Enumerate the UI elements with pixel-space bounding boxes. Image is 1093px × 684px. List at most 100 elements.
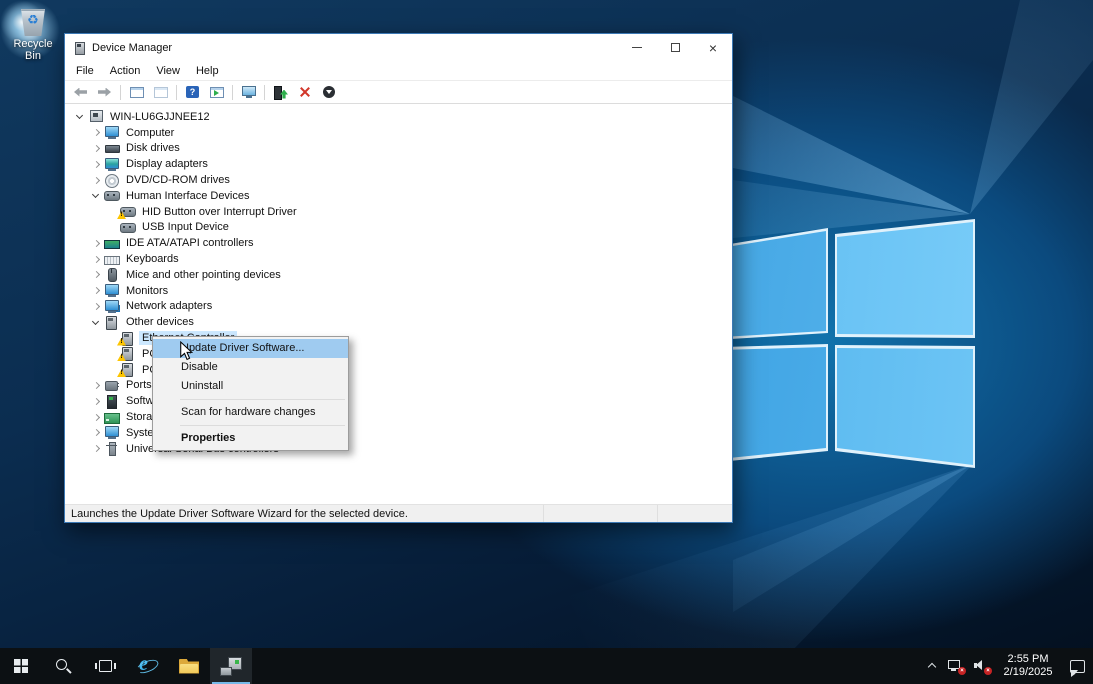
tree-item-label[interactable]: Network adapters <box>123 299 215 313</box>
window-titlebar[interactable]: Device Manager × <box>65 34 732 61</box>
context-menu-item-properties[interactable]: Properties <box>153 429 348 448</box>
taskbar-search-button[interactable] <box>42 648 84 684</box>
minimize-icon <box>632 47 642 48</box>
toolbar-separator <box>176 85 177 100</box>
storage-icon <box>104 411 120 424</box>
chevron-collapsed-icon[interactable] <box>89 378 104 393</box>
tree-item-label[interactable]: Computer <box>123 126 177 140</box>
clock-time: 2:55 PM <box>999 653 1057 666</box>
usb-icon <box>104 442 120 455</box>
internet-explorer-icon <box>136 656 158 677</box>
chevron-spacer <box>105 346 120 361</box>
chevron-collapsed-icon[interactable] <box>89 267 104 282</box>
console-tree-icon <box>130 87 144 98</box>
recycle-bin-icon: ♻ <box>20 6 46 36</box>
tree-item-label[interactable]: Mice and other pointing devices <box>123 268 284 282</box>
chevron-spacer <box>105 204 120 219</box>
context-menu-item-uninstall[interactable]: Uninstall <box>153 377 348 396</box>
hid-icon <box>120 205 136 218</box>
taskbar-device-manager-button[interactable] <box>210 648 252 684</box>
tree-item-label[interactable]: Display adapters <box>123 157 211 171</box>
taskbar-clock[interactable]: 2:55 PM 2/19/2025 <box>999 653 1057 679</box>
menu-view[interactable]: View <box>148 65 188 77</box>
file-explorer-icon <box>179 659 199 674</box>
toolbar-disable-button[interactable] <box>317 83 340 102</box>
tree-item-monitors: Monitors <box>65 283 732 299</box>
tree-item-label[interactable]: DVD/CD-ROM drives <box>123 173 233 187</box>
error-badge-icon: × <box>958 667 966 675</box>
menu-file[interactable]: File <box>68 65 102 77</box>
taskbar-task-view-button[interactable] <box>84 648 126 684</box>
close-button[interactable]: × <box>694 34 732 61</box>
back-arrow-icon <box>74 88 87 97</box>
chevron-up-icon[interactable] <box>926 660 938 672</box>
toolbar-action-pane-button[interactable] <box>205 83 228 102</box>
device-manager-app-icon <box>73 42 86 54</box>
action-pane-icon <box>210 87 224 98</box>
chevron-expanded-icon[interactable] <box>89 315 104 330</box>
tree-item-hid-button-over-interrupt-driver: HID Button over Interrupt Driver <box>65 204 732 220</box>
toolbar-help-button[interactable] <box>181 83 204 102</box>
chevron-collapsed-icon[interactable] <box>89 236 104 251</box>
maximize-icon <box>671 43 680 52</box>
chevron-expanded-icon[interactable] <box>73 109 88 124</box>
chevron-collapsed-icon[interactable] <box>89 441 104 456</box>
forward-arrow-icon <box>98 88 111 97</box>
toolbar-scan-for-hardware-changes-button[interactable] <box>237 83 260 102</box>
toolbar-back-button[interactable] <box>69 83 92 102</box>
tree-item-label[interactable]: HID Button over Interrupt Driver <box>139 205 300 219</box>
toolbar-separator <box>232 85 233 100</box>
update-driver-icon <box>273 86 288 99</box>
tree-item-label[interactable]: IDE ATA/ATAPI controllers <box>123 236 257 250</box>
chevron-collapsed-icon[interactable] <box>89 157 104 172</box>
context-menu-item-scan-for-hardware-changes[interactable]: Scan for hardware changes <box>153 403 348 422</box>
tree-item-disk-drives: Disk drives <box>65 141 732 157</box>
tree-item-label[interactable]: Human Interface Devices <box>123 189 253 203</box>
ide-icon <box>104 237 120 250</box>
toolbar-properties-window-button[interactable] <box>149 83 172 102</box>
tree-item-mice-and-other-pointing-devices: Mice and other pointing devices <box>65 267 732 283</box>
start-icon <box>14 659 28 673</box>
tree-item-network-adapters: Network adapters <box>65 299 732 315</box>
tree-item-label[interactable]: USB Input Device <box>139 220 232 234</box>
volume-muted-icon[interactable]: × <box>973 659 989 673</box>
tree-item-usb-input-device: USB Input Device <box>65 220 732 236</box>
error-badge-icon: × <box>984 667 992 675</box>
toolbar-update-driver-button[interactable] <box>269 83 292 102</box>
chevron-collapsed-icon[interactable] <box>89 299 104 314</box>
recycle-bin-shortcut[interactable]: ♻ Recycle Bin <box>6 6 60 62</box>
disk-icon <box>104 142 120 155</box>
taskbar-internet-explorer-button[interactable] <box>126 648 168 684</box>
chevron-expanded-icon[interactable] <box>89 188 104 203</box>
toolbar-show-console-tree-button[interactable] <box>125 83 148 102</box>
maximize-button[interactable] <box>656 34 694 61</box>
hid-icon <box>104 189 120 202</box>
menu-action[interactable]: Action <box>102 65 149 77</box>
software-icon <box>104 395 120 408</box>
network-icon <box>104 300 120 313</box>
tree-item-label[interactable]: Monitors <box>123 284 171 298</box>
network-disconnected-icon[interactable]: × <box>948 659 963 673</box>
tree-item-label[interactable]: Keyboards <box>123 252 182 266</box>
root-icon <box>88 110 104 123</box>
chevron-collapsed-icon[interactable] <box>89 410 104 425</box>
recycle-symbol-icon: ♻ <box>20 13 46 27</box>
chevron-collapsed-icon[interactable] <box>89 141 104 156</box>
chevron-collapsed-icon[interactable] <box>89 125 104 140</box>
taskbar-start-button[interactable] <box>0 648 42 684</box>
chevron-spacer <box>105 362 120 377</box>
chevron-collapsed-icon[interactable] <box>89 252 104 267</box>
toolbar-forward-button[interactable] <box>93 83 116 102</box>
chevron-collapsed-icon[interactable] <box>89 173 104 188</box>
taskbar-file-explorer-button[interactable] <box>168 648 210 684</box>
action-center-icon[interactable] <box>1070 660 1085 673</box>
toolbar-uninstall-button[interactable] <box>293 83 316 102</box>
tree-item-label[interactable]: Disk drives <box>123 141 183 155</box>
chevron-collapsed-icon[interactable] <box>89 425 104 440</box>
minimize-button[interactable] <box>618 34 656 61</box>
tree-item-label[interactable]: WIN-LU6GJJNEE12 <box>107 110 213 124</box>
menu-help[interactable]: Help <box>188 65 227 77</box>
chevron-collapsed-icon[interactable] <box>89 394 104 409</box>
tree-item-label[interactable]: Other devices <box>123 315 197 329</box>
chevron-collapsed-icon[interactable] <box>89 283 104 298</box>
